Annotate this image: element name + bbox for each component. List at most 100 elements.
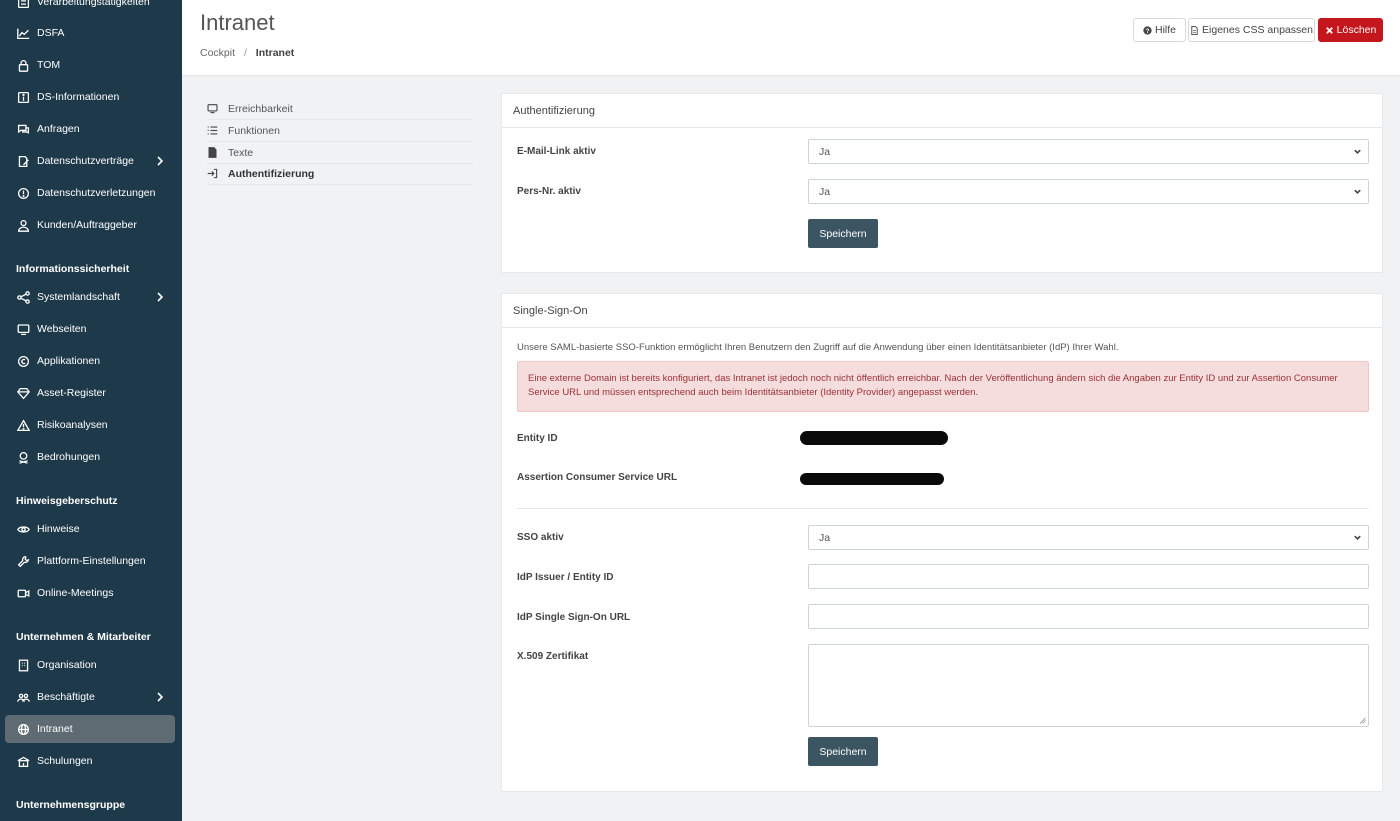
sidebar-item-online-meetings[interactable]: Online-Meetings <box>5 579 175 607</box>
section-hinweisgeberschutz: Hinweisgeberschutz <box>16 495 118 507</box>
monitor-icon <box>207 103 219 115</box>
sidebar-item-bedrohungen[interactable]: Bedrohungen <box>5 443 175 471</box>
info-box-icon <box>16 90 31 105</box>
sidebar-item-dsfa[interactable]: DSFA <box>5 19 175 47</box>
persnr-select[interactable]: Ja <box>808 179 1369 204</box>
sidebar-item-plattform-einstellungen[interactable]: Plattform-Einstellungen <box>5 547 175 575</box>
sidebar-item-beschaeftigte[interactable]: Beschäftigte <box>5 683 175 711</box>
x509-cert-textarea[interactable] <box>808 644 1369 727</box>
sidebar-item-asset-register[interactable]: Asset-Register <box>5 379 175 407</box>
svg-text:?: ? <box>1146 27 1150 34</box>
user-icon <box>16 218 31 233</box>
sidebar-item-label: Asset-Register <box>37 387 106 399</box>
page-title: Intranet <box>200 10 275 35</box>
sidebar-item-label: Organisation <box>37 659 97 671</box>
section-informationssicherheit: Informationssicherheit <box>16 263 130 275</box>
sidebar-item-label: DS-Informationen <box>37 91 120 103</box>
idp-sso-url-label: IdP Single Sign-On URL <box>517 612 631 623</box>
sidebar-item-label: Anfragen <box>37 123 80 135</box>
sidebar-item-applikationen[interactable]: Applikationen <box>5 347 175 375</box>
sso-alert: Eine externe Domain ist bereits konfigur… <box>517 361 1369 412</box>
chart-line-icon <box>16 26 31 41</box>
subnav-erreichbarkeit[interactable]: Erreichbarkeit <box>207 98 473 120</box>
sidebar-item-label: Beschäftigte <box>37 691 95 703</box>
x509-cert-label: X.509 Zertifikat <box>517 651 589 662</box>
subnav-label: Authentifizierung <box>228 167 315 180</box>
sidebar-item-webseiten[interactable]: Webseiten <box>5 315 175 343</box>
school-icon <box>16 754 31 769</box>
chevron-down-icon <box>1353 533 1362 542</box>
sidebar-item-tom[interactable]: TOM <box>5 51 175 79</box>
sso-active-select[interactable]: Ja <box>808 525 1369 550</box>
sidebar: Verarbeitungstätigkeiten DSFA TOM DS-Inf… <box>0 0 182 821</box>
sidebar-item-label: Systemlandschaft <box>37 291 120 303</box>
sidebar-item-datenschutzverletzungen[interactable]: Datenschutzverletzungen <box>5 179 175 207</box>
idp-issuer-input[interactable] <box>808 564 1369 589</box>
breadcrumb-cockpit[interactable]: Cockpit <box>200 47 235 59</box>
delete-button[interactable]: Löschen <box>1318 18 1383 42</box>
wrench-icon <box>16 554 31 569</box>
globe-icon <box>16 722 31 737</box>
custom-css-button-label: Eigenes CSS anpassen <box>1202 24 1313 36</box>
sidebar-item-label: Schulungen <box>37 755 93 767</box>
persnr-label: Pers-Nr. aktiv <box>517 186 581 197</box>
subnav-authentifizierung[interactable]: Authentifizierung <box>207 163 473 185</box>
help-button[interactable]: ? Hilfe <box>1133 18 1186 42</box>
help-button-label: Hilfe <box>1154 24 1176 36</box>
building-icon <box>16 658 31 673</box>
sso-panel-title: Single-Sign-On <box>502 294 1382 328</box>
email-link-value: Ja <box>819 145 831 158</box>
file-icon <box>1191 25 1198 35</box>
skull-icon <box>16 450 31 465</box>
chevron-down-icon <box>1353 147 1362 156</box>
sidebar-item-risikoanalysen[interactable]: Risikoanalysen <box>5 411 175 439</box>
sidebar-item-label: Datenschutzverletzungen <box>37 187 156 199</box>
sidebar-item-systemlandschaft[interactable]: Systemlandschaft <box>5 283 175 311</box>
network-icon <box>16 290 31 305</box>
auth-save-button[interactable]: Speichern <box>808 219 878 248</box>
page-header: Intranet Cockpit / Intranet ? Hilfe Eige… <box>182 0 1400 76</box>
breadcrumb-separator: / <box>243 47 247 59</box>
acs-url-label: Assertion Consumer Service URL <box>517 472 678 483</box>
sso-save-button[interactable]: Speichern <box>808 737 878 766</box>
email-link-select[interactable]: Ja <box>808 139 1369 164</box>
sidebar-item-label: DSFA <box>37 27 65 39</box>
divider <box>517 508 1369 509</box>
idp-sso-url-input[interactable] <box>808 604 1369 629</box>
section-unternehmen: Unternehmen & Mitarbeiter <box>16 631 151 643</box>
sidebar-item-label: Webseiten <box>37 323 87 335</box>
list-icon <box>16 0 31 10</box>
section-unternehmensgruppe: Unternehmensgruppe <box>16 799 126 811</box>
chevron-right-icon <box>155 155 165 167</box>
sidebar-item-label: Intranet <box>37 723 73 735</box>
sidebar-item-label: Online-Meetings <box>37 587 114 599</box>
persnr-value: Ja <box>819 185 831 198</box>
close-icon <box>1325 26 1333 34</box>
auth-panel-title: Authentifizierung <box>502 94 1382 128</box>
sidebar-item-anfragen[interactable]: Anfragen <box>5 115 175 143</box>
sidebar-item-organisation[interactable]: Organisation <box>5 651 175 679</box>
sidebar-item-label: Risikoanalysen <box>37 419 108 431</box>
sidebar-item-intranet[interactable]: Intranet <box>5 715 175 743</box>
copyright-icon <box>16 354 31 369</box>
sidebar-item-ds-informationen[interactable]: DS-Informationen <box>5 83 175 111</box>
breadcrumb-current: Intranet <box>255 47 295 59</box>
subnav-funktionen[interactable]: Funktionen <box>207 120 473 142</box>
custom-css-button[interactable]: Eigenes CSS anpassen <box>1188 18 1315 42</box>
sidebar-item-schulungen[interactable]: Schulungen <box>5 747 175 775</box>
monitor-icon <box>16 322 31 337</box>
sidebar-item-datenschutzvertraege[interactable]: Datenschutzverträge <box>5 147 175 175</box>
sidebar-item-label: Plattform-Einstellungen <box>37 555 146 567</box>
sidebar-item-label: TOM <box>37 59 61 71</box>
subnav-texte[interactable]: Texte <box>207 142 473 164</box>
resize-grip-icon[interactable] <box>1359 717 1366 724</box>
sidebar-item-kunden[interactable]: Kunden/Auftraggeber <box>5 211 175 239</box>
contract-edit-icon <box>16 154 31 169</box>
sidebar-item-label: Kunden/Auftraggeber <box>37 219 137 231</box>
diamond-icon <box>16 386 31 401</box>
entity-id-label: Entity ID <box>517 433 558 444</box>
sidebar-item-hinweise[interactable]: Hinweise <box>5 515 175 543</box>
idp-issuer-label: IdP Issuer / Entity ID <box>517 572 614 583</box>
sidebar-item-verarbeitungstaetigkeiten[interactable]: Verarbeitungstätigkeiten <box>5 0 175 16</box>
sso-active-value: Ja <box>819 531 831 544</box>
